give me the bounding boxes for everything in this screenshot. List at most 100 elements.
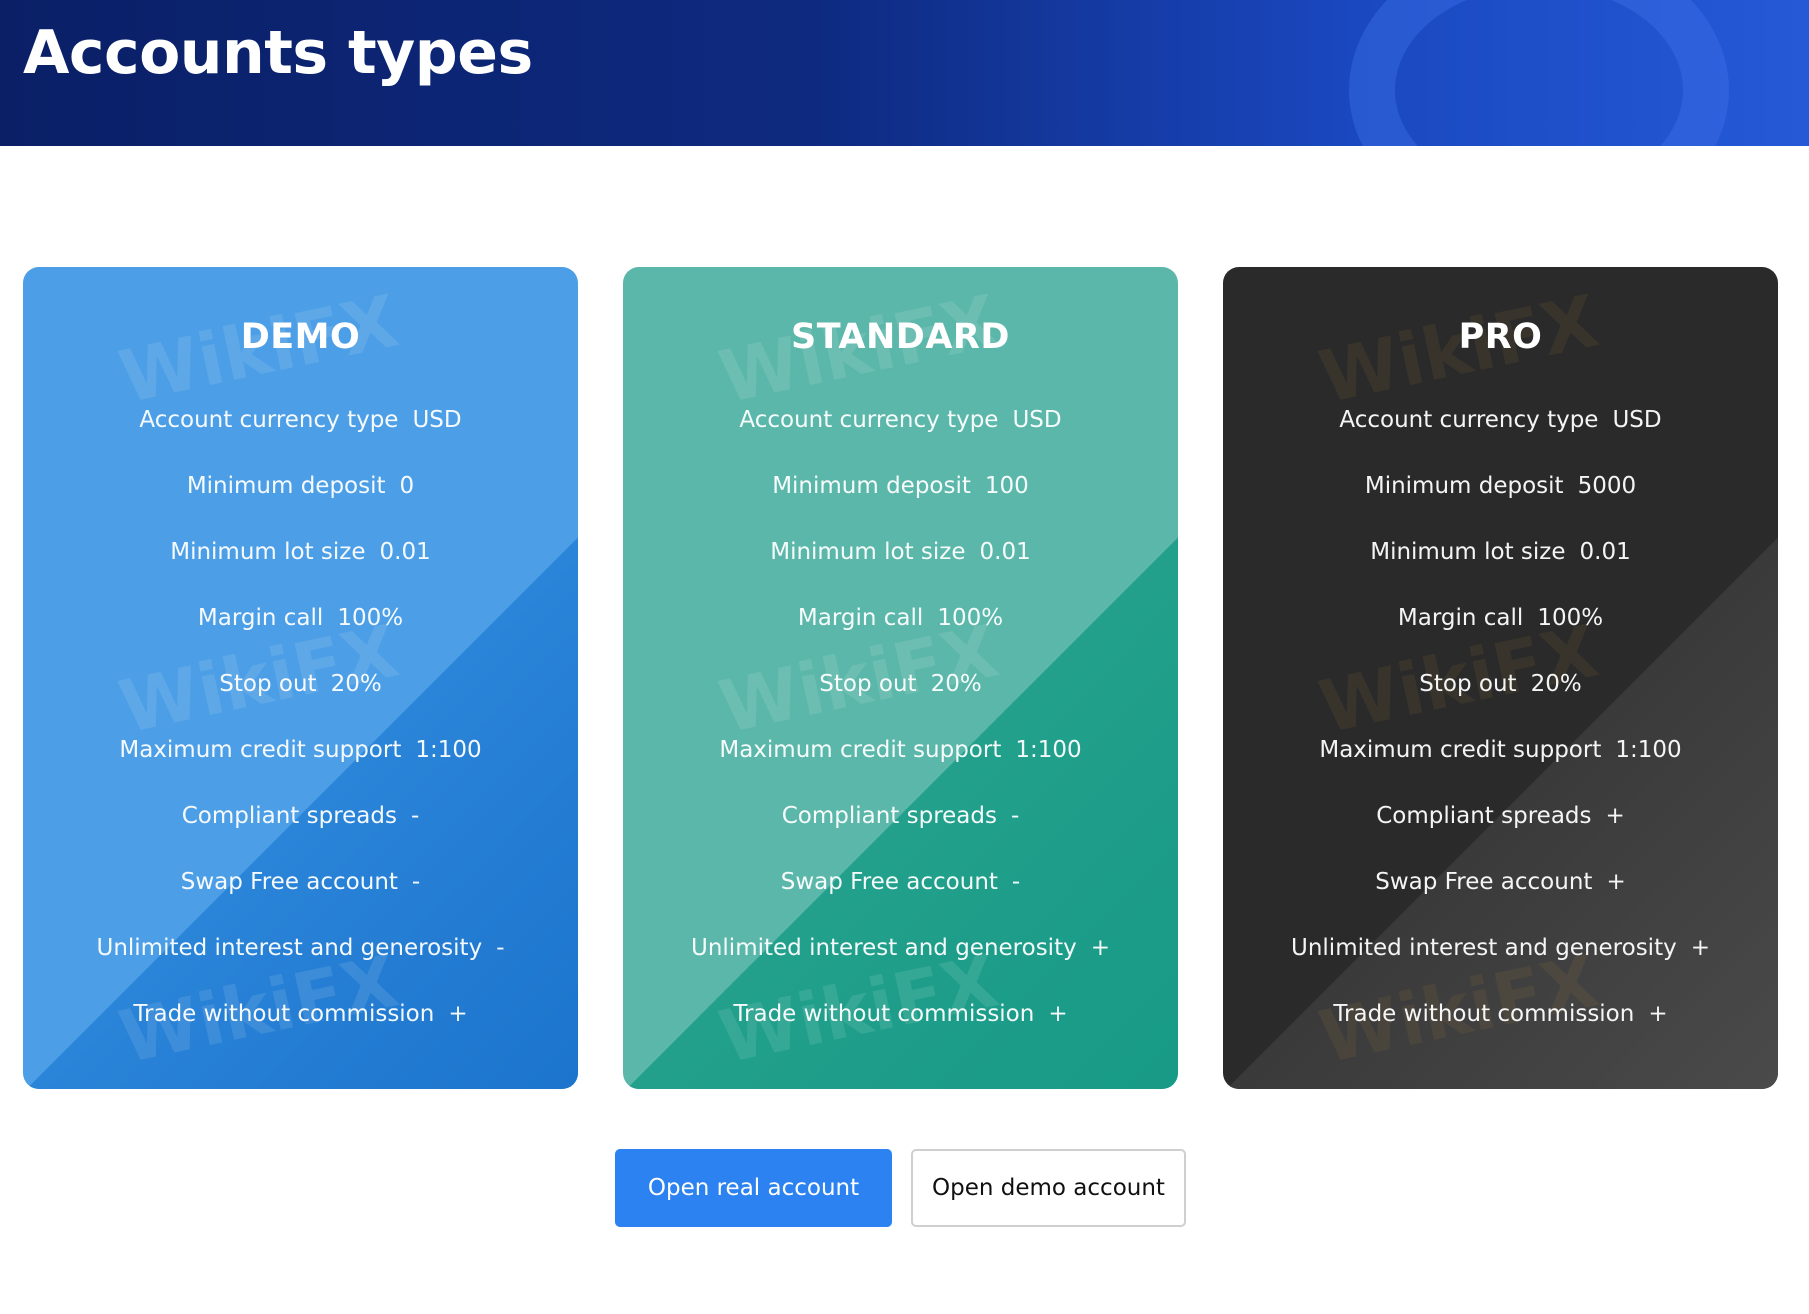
open-real-account-button[interactable]: Open real account xyxy=(615,1149,892,1227)
feature-row: Stop out 20% xyxy=(623,651,1178,717)
feature-row: Maximum credit support 1:100 xyxy=(1223,717,1778,783)
feature-label: Stop out xyxy=(819,671,917,697)
feature-value: 1:100 xyxy=(415,737,482,763)
feature-row: Minimum deposit 100 xyxy=(623,453,1178,519)
feature-value: 20% xyxy=(1530,671,1582,697)
feature-value: 100% xyxy=(937,605,1004,631)
open-demo-account-button[interactable]: Open demo account xyxy=(911,1149,1186,1227)
card-title: PRO xyxy=(1458,317,1543,357)
feature-value: + xyxy=(448,1001,468,1027)
feature-value: 0 xyxy=(399,473,415,499)
feature-list: Account currency type USD Minimum deposit… xyxy=(623,387,1178,1047)
feature-row: Trade without commission + xyxy=(623,981,1178,1047)
feature-value: USD xyxy=(412,407,462,433)
feature-label: Minimum deposit xyxy=(186,473,386,499)
feature-label: Margin call xyxy=(197,605,324,631)
feature-row: Minimum lot size 0.01 xyxy=(623,519,1178,585)
page-header: Accounts types xyxy=(0,0,1809,146)
feature-row: Unlimited interest and generosity - xyxy=(23,915,578,981)
feature-value: - xyxy=(1010,803,1020,829)
feature-label: Account currency type xyxy=(739,407,999,433)
feature-label: Swap Free account xyxy=(180,869,398,895)
feature-label: Unlimited interest and generosity xyxy=(96,935,483,961)
feature-list: Account currency type USD Minimum deposit… xyxy=(23,387,578,1047)
card-title: STANDARD xyxy=(791,317,1010,357)
feature-label: Trade without commission xyxy=(133,1001,435,1027)
header-decoration xyxy=(1349,0,1729,146)
feature-row: Margin call 100% xyxy=(623,585,1178,651)
feature-label: Trade without commission xyxy=(1333,1001,1635,1027)
feature-label: Stop out xyxy=(219,671,317,697)
feature-value: 20% xyxy=(330,671,382,697)
feature-label: Unlimited interest and generosity xyxy=(1291,935,1677,961)
feature-label: Minimum lot size xyxy=(770,539,966,565)
feature-value: 100% xyxy=(337,605,404,631)
feature-label: Compliant spreads xyxy=(781,803,997,829)
feature-label: Margin call xyxy=(797,605,924,631)
feature-value: 0.01 xyxy=(979,539,1031,565)
feature-value: 100 xyxy=(984,473,1029,499)
feature-label: Minimum deposit xyxy=(772,473,971,499)
feature-row: Trade without commission + xyxy=(23,981,578,1047)
feature-row: Unlimited interest and generosity + xyxy=(623,915,1178,981)
feature-row: Account currency type USD xyxy=(23,387,578,453)
feature-label: Account currency type xyxy=(139,407,399,433)
feature-list: Account currency type USD Minimum deposit… xyxy=(1223,387,1778,1047)
feature-value: 0.01 xyxy=(1579,539,1631,565)
feature-row: Stop out 20% xyxy=(23,651,578,717)
account-card-standard: WikiFX WikiFX WikiFX STANDARD Account cu… xyxy=(623,267,1178,1089)
feature-row: Swap Free account - xyxy=(623,849,1178,915)
feature-label: Compliant spreads xyxy=(1376,803,1592,829)
account-card-pro: WikiFX WikiFX WikiFX PRO Account currenc… xyxy=(1223,267,1778,1089)
feature-value: - xyxy=(1011,869,1021,895)
feature-row: Trade without commission + xyxy=(1223,981,1778,1047)
feature-row: Maximum credit support 1:100 xyxy=(23,717,578,783)
feature-value: 5000 xyxy=(1577,473,1637,499)
feature-value: - xyxy=(496,935,505,961)
feature-label: Minimum lot size xyxy=(1370,539,1566,565)
feature-row: Minimum deposit 0 xyxy=(23,453,578,519)
feature-label: Minimum lot size xyxy=(170,539,366,565)
feature-row: Unlimited interest and generosity + xyxy=(1223,915,1778,981)
feature-value: 1:100 xyxy=(1615,737,1682,763)
feature-label: Account currency type xyxy=(1339,407,1599,433)
feature-row: Compliant spreads - xyxy=(23,783,578,849)
feature-label: Stop out xyxy=(1419,671,1517,697)
feature-value: + xyxy=(1605,803,1625,829)
feature-row: Minimum lot size 0.01 xyxy=(23,519,578,585)
feature-row: Account currency type USD xyxy=(623,387,1178,453)
feature-value: - xyxy=(411,869,421,895)
feature-row: Compliant spreads - xyxy=(623,783,1178,849)
feature-value: USD xyxy=(1612,407,1662,433)
feature-value: 0.01 xyxy=(379,539,431,565)
page-title: Accounts types xyxy=(23,18,533,88)
feature-value: 20% xyxy=(930,671,982,697)
feature-row: Minimum deposit 5000 xyxy=(1223,453,1778,519)
feature-label: Minimum deposit xyxy=(1364,473,1564,499)
card-title: DEMO xyxy=(240,317,361,357)
feature-row: Margin call 100% xyxy=(1223,585,1778,651)
feature-row: Minimum lot size 0.01 xyxy=(1223,519,1778,585)
feature-row: Swap Free account - xyxy=(23,849,578,915)
feature-value: + xyxy=(1090,935,1110,961)
feature-row: Maximum credit support 1:100 xyxy=(623,717,1178,783)
feature-row: Account currency type USD xyxy=(1223,387,1778,453)
feature-label: Maximum credit support xyxy=(1319,737,1602,763)
feature-label: Maximum credit support xyxy=(719,737,1002,763)
feature-value: 100% xyxy=(1537,605,1604,631)
feature-label: Swap Free account xyxy=(1375,869,1593,895)
feature-value: USD xyxy=(1012,407,1062,433)
feature-row: Stop out 20% xyxy=(1223,651,1778,717)
feature-value: - xyxy=(410,803,420,829)
feature-value: + xyxy=(1648,1001,1668,1027)
feature-value: + xyxy=(1048,1001,1068,1027)
feature-value: 1:100 xyxy=(1015,737,1082,763)
feature-label: Compliant spreads xyxy=(181,803,397,829)
feature-value: + xyxy=(1606,869,1626,895)
account-card-demo: WikiFX WikiFX WikiFX DEMO Account curren… xyxy=(23,267,578,1089)
feature-row: Margin call 100% xyxy=(23,585,578,651)
feature-row: Compliant spreads + xyxy=(1223,783,1778,849)
feature-value: + xyxy=(1690,935,1710,961)
feature-label: Maximum credit support xyxy=(119,737,402,763)
feature-label: Margin call xyxy=(1397,605,1524,631)
